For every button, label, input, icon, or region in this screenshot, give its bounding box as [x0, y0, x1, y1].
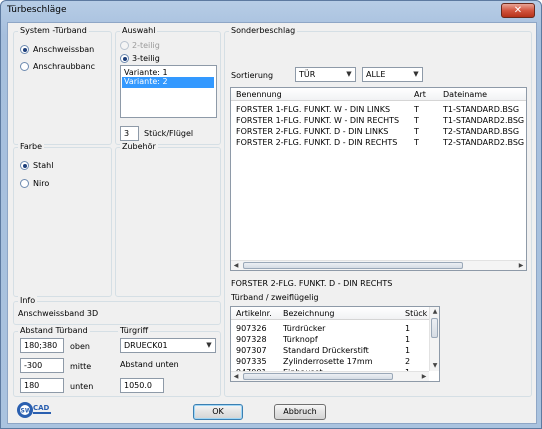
abstand-group: Abstand Türband Türgriff 180;380 oben -3… [13, 326, 221, 397]
filter-select[interactable]: ALLE ▼ [362, 67, 423, 82]
auswahl-option-label-1[interactable]: 3-teilig [132, 54, 160, 63]
zubehoer-title: Zubehör [120, 142, 158, 151]
logo-icon: SW CAD [17, 402, 51, 418]
sonder-list[interactable]: Benennung Art Dateiname FORSTER 1-FLG. F… [230, 87, 527, 271]
window-title: Türbeschläge [7, 5, 67, 15]
selected-name: FORSTER 2-FLG. FUNKT. D - DIN RECHTS [231, 279, 393, 288]
abstand-oben-label: oben [70, 342, 90, 351]
sonder-group: Sonderbeschlag Sortierung TÜR ▼ ALLE ▼ B… [224, 26, 532, 397]
info-title: Info [18, 296, 38, 305]
sub-title: Türband / zweiflügelig [231, 293, 319, 302]
sub-vscroll[interactable]: ▲ ▼ [429, 307, 439, 371]
sonder-hscroll[interactable]: ◀ ▶ [231, 260, 526, 270]
dialog-window: Türbeschläge ✕ System -Türband Anschweis… [0, 0, 542, 429]
title-bar[interactable]: Türbeschläge ✕ [1, 1, 541, 21]
system-title: System -Türband [18, 26, 89, 35]
system-option-radio-0[interactable] [20, 45, 29, 54]
auswahl-group: Auswahl 2-teilig 3-teilig Variante: 1 Va… [115, 26, 221, 145]
system-option-radio-1[interactable] [20, 62, 29, 71]
sort-select-value: TÜR [299, 70, 316, 79]
table-row[interactable]: 907326 Türdrücker 1 [231, 324, 439, 335]
dialog-client: System -Türband Anschweissban Anschraubb… [7, 22, 537, 424]
col-bezeichnung[interactable]: Bezeichnung [283, 309, 335, 318]
col-stueck[interactable]: Stück [405, 309, 427, 318]
scroll-right-icon[interactable]: ▶ [516, 261, 526, 270]
sub-vscroll-thumb[interactable] [431, 318, 438, 338]
table-row[interactable]: FORSTER 2-FLG. FUNKT. D - DIN RECHTS T T… [231, 138, 526, 149]
scroll-up-icon[interactable]: ▲ [430, 307, 439, 317]
tuergriff-select-value: DRUECK01 [124, 341, 168, 350]
table-row[interactable]: 907335 Zylinderrosette 17mm 2 [231, 357, 439, 368]
table-row[interactable]: FORSTER 1-FLG. FUNKT. W - DIN LINKS T T1… [231, 105, 526, 116]
col-benennung[interactable]: Benennung [236, 90, 282, 99]
abstand-mitte-label: mitte [70, 362, 92, 371]
farbe-option-radio-1[interactable] [20, 179, 29, 188]
col-artikelnr[interactable]: Artikelnr. [236, 309, 272, 318]
auswahl-option-radio-0[interactable] [120, 41, 129, 50]
abstand-oben-input[interactable]: 180;380 [20, 338, 64, 353]
abstand-unten-input[interactable]: 180 [20, 378, 64, 393]
tuergriff-abstand-input[interactable]: 1050.0 [120, 378, 164, 393]
chevron-down-icon[interactable]: ▼ [410, 68, 422, 81]
variant-item-1[interactable]: Variante: 2 [122, 77, 214, 88]
info-text: Anschweissband 3D [18, 309, 99, 318]
info-group: Info Anschweissband 3D [13, 296, 221, 325]
scroll-left-icon[interactable]: ◀ [231, 261, 241, 270]
system-option-label-1[interactable]: Anschraubbanc [33, 62, 95, 71]
auswahl-option-radio-1[interactable] [120, 54, 129, 63]
farbe-group: Farbe Stahl Niro [13, 142, 112, 297]
farbe-option-radio-0[interactable] [20, 161, 29, 170]
sub-hscroll-thumb[interactable] [243, 373, 393, 380]
chevron-down-icon[interactable]: ▼ [203, 339, 215, 352]
scroll-right-icon[interactable]: ▶ [419, 372, 429, 381]
sub-hscroll[interactable]: ◀ ▶ [231, 371, 429, 381]
zubehoer-group: Zubehör [115, 142, 221, 297]
tuergriff-title: Türgriff [118, 326, 151, 335]
filter-select-value: ALLE [366, 70, 386, 79]
system-option-label-0[interactable]: Anschweissban [33, 45, 94, 54]
app-logo: SW CAD [16, 401, 54, 419]
abstand-title: Abstand Türband [18, 326, 90, 335]
scroll-left-icon[interactable]: ◀ [231, 372, 241, 381]
abstand-unten-label: unten [70, 382, 94, 391]
table-row[interactable]: FORSTER 1-FLG. FUNKT. W - DIN RECHTS T T… [231, 116, 526, 127]
abstand-mitte-input[interactable]: -300 [20, 358, 64, 373]
sub-list-header: Artikelnr. Bezeichnung Stück [231, 307, 439, 320]
table-row[interactable]: 907328 Türknopf 1 [231, 335, 439, 346]
tuergriff-abstand-label: Abstand unten [120, 360, 179, 369]
cancel-button[interactable]: Abbruch [274, 404, 326, 420]
table-row[interactable]: FORSTER 2-FLG. FUNKT. D - DIN LINKS T T2… [231, 127, 526, 138]
ok-button[interactable]: OK [193, 404, 243, 420]
logo-top-text: CAD [33, 404, 50, 412]
sub-list[interactable]: Artikelnr. Bezeichnung Stück 907326 Türd… [230, 306, 440, 382]
tuergriff-select[interactable]: DRUECK01 ▼ [120, 338, 216, 353]
auswahl-option-label-0[interactable]: 2-teilig [132, 41, 160, 50]
col-dateiname[interactable]: Dateiname [443, 90, 487, 99]
auswahl-title: Auswahl [120, 26, 158, 35]
qty-label: Stück/Flügel [144, 129, 194, 138]
qty-input[interactable]: 3 [120, 126, 139, 141]
table-row[interactable]: 907307 Standard Drückerstift 1 [231, 346, 439, 357]
chevron-down-icon[interactable]: ▼ [343, 68, 355, 81]
farbe-title: Farbe [18, 142, 45, 151]
farbe-option-label-1[interactable]: Niro [33, 179, 49, 188]
sort-label: Sortierung [231, 71, 274, 80]
sonder-title: Sonderbeschlag [229, 26, 298, 35]
col-art[interactable]: Art [414, 90, 426, 99]
sonder-list-header: Benennung Art Dateiname [231, 88, 526, 101]
logo-side-text: SW [21, 408, 32, 415]
system-group: System -Türband Anschweissban Anschraubb… [13, 26, 112, 145]
variant-list[interactable]: Variante: 1 Variante: 2 [120, 65, 217, 118]
close-button[interactable]: ✕ [501, 3, 535, 18]
sort-select[interactable]: TÜR ▼ [295, 67, 356, 82]
scroll-down-icon[interactable]: ▼ [430, 361, 439, 371]
sonder-hscroll-thumb[interactable] [243, 262, 463, 269]
farbe-option-label-0[interactable]: Stahl [33, 161, 53, 170]
